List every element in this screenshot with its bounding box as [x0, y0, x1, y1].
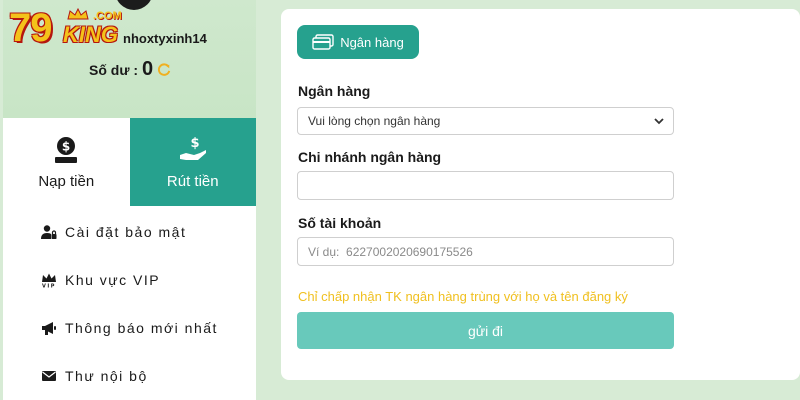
balance: Số dư : 0	[89, 58, 171, 81]
bank-select-box[interactable]: Vui lòng chọn ngân hàng	[297, 107, 674, 135]
hand-dollar-icon: $	[179, 136, 206, 160]
chevron-down-icon	[654, 118, 664, 125]
menu-item-label: Thư nội bộ	[65, 368, 148, 384]
crown-icon	[67, 8, 89, 20]
refresh-icon[interactable]	[157, 62, 171, 77]
account-menu: Cài đặt bảo mật VIP Khu vực VIP Thông bá…	[3, 206, 256, 400]
bank-select-value: Vui lòng chọn ngân hàng	[308, 114, 441, 128]
logo-number: 79	[9, 6, 52, 50]
logo-suffix: .COM	[93, 10, 122, 22]
bank-card-icon	[312, 34, 334, 50]
brand-logo[interactable]: 79 .COM KING	[9, 6, 139, 50]
profile-card: 79 .COM KING nhoxtyxinh14 Số dư : 0	[3, 0, 256, 118]
account-name-notice: Chỉ chấp nhận TK ngân hàng trùng với họ …	[298, 289, 628, 304]
menu-item-notifications[interactable]: Thông báo mới nhất	[3, 304, 256, 352]
account-number-label: Số tài khoản	[298, 215, 382, 231]
menu-item-label: Cài đặt bảo mật	[65, 224, 187, 240]
tab-deposit-label: Nạp tiền	[38, 172, 95, 190]
vip-crown-icon: VIP	[42, 273, 56, 289]
menu-item-label: Khu vực VIP	[65, 272, 161, 288]
tab-withdraw[interactable]: $ Rút tiền	[129, 118, 256, 206]
envelope-icon	[42, 371, 56, 381]
bank-select[interactable]: Vui lòng chọn ngân hàng	[297, 107, 674, 135]
menu-item-inbox[interactable]: Thư nội bộ	[3, 352, 256, 400]
svg-text:$: $	[62, 139, 70, 153]
branch-input[interactable]	[297, 171, 674, 200]
tab-deposit[interactable]: $ Nạp tiền	[3, 118, 130, 206]
tab-withdraw-label: Rút tiền	[166, 172, 219, 190]
balance-value: 0	[142, 58, 154, 80]
sidebar: 79 .COM KING nhoxtyxinh14 Số dư : 0 $ Nạ…	[3, 0, 256, 400]
withdraw-form-panel: Ngân hàng Ngân hàng Vui lòng chọn ngân h…	[281, 9, 800, 380]
deposit-withdraw-tabs: $ Nạp tiền $ Rút tiền	[3, 118, 256, 206]
account-number-input[interactable]	[297, 237, 674, 266]
svg-text:VIP: VIP	[42, 284, 56, 289]
menu-item-vip[interactable]: VIP Khu vực VIP	[3, 256, 256, 304]
username: nhoxtyxinh14	[123, 31, 207, 46]
bank-label: Ngân hàng	[298, 83, 371, 99]
branch-label: Chi nhánh ngân hàng	[298, 149, 442, 165]
money-bag-icon: $	[55, 136, 78, 163]
menu-item-label: Thông báo mới nhất	[65, 320, 218, 336]
logo-word: KING	[63, 22, 118, 47]
submit-button[interactable]: gửi đi	[297, 312, 674, 349]
menu-item-security[interactable]: Cài đặt bảo mật	[3, 208, 256, 256]
svg-text:$: $	[190, 136, 199, 151]
bank-method-tab[interactable]: Ngân hàng	[297, 25, 419, 59]
bank-method-tab-label: Ngân hàng	[340, 34, 404, 50]
megaphone-icon	[42, 322, 56, 335]
balance-label: Số dư :	[89, 61, 139, 78]
user-lock-icon	[41, 225, 57, 239]
